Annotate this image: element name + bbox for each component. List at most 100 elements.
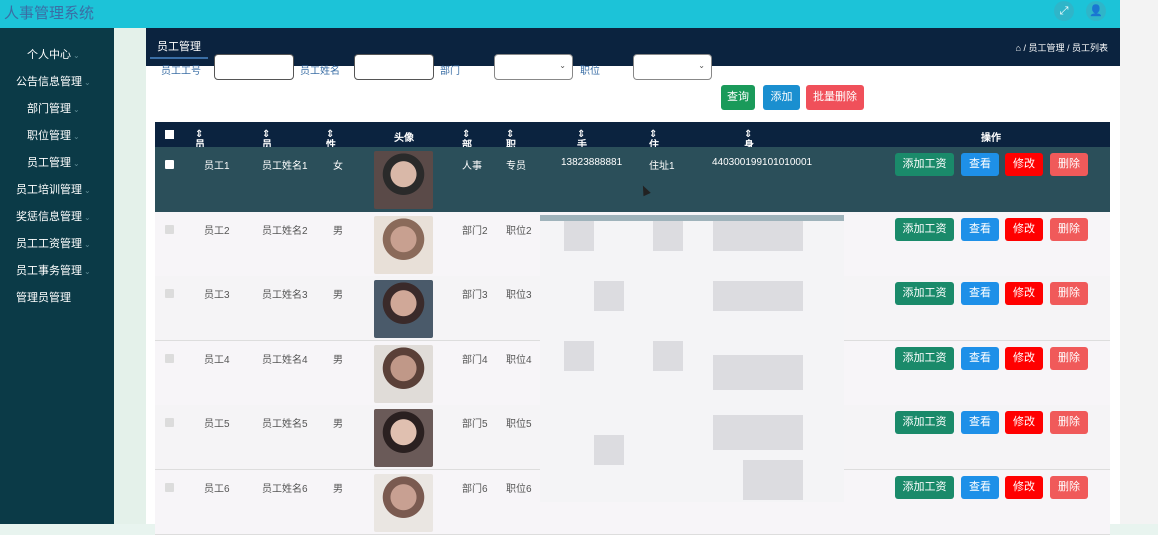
cell-id: 员工2	[204, 225, 230, 237]
add-salary-button[interactable]: 添加工资	[895, 217, 954, 241]
cell-position: 职位3	[506, 290, 532, 301]
cell-name: 员工姓名5	[262, 419, 308, 430]
cell-gender: 男	[333, 290, 343, 301]
sidebar-item-5[interactable]: 员工培训管理 ⌄	[0, 177, 114, 204]
cell-id: 员工5	[204, 419, 230, 430]
row-checkbox[interactable]	[165, 289, 174, 298]
view-button[interactable]: 查看	[961, 346, 999, 370]
select-all-checkbox[interactable]	[165, 130, 174, 139]
chevron-down-icon: ⌄	[559, 61, 566, 70]
th-id[interactable]: 员工工号⇕	[195, 129, 205, 196]
cell-gender: 男	[333, 354, 343, 366]
cell-gender: 男	[333, 419, 343, 430]
sidebar-item-7[interactable]: 员工工资管理 ⌄	[0, 231, 114, 258]
add-salary-button[interactable]: 添加工资	[895, 282, 954, 305]
sidebar-item-2[interactable]: 部门管理 ⌄	[0, 96, 114, 123]
view-button[interactable]: 查看	[961, 153, 999, 176]
edit-button[interactable]: 修改	[1005, 153, 1043, 176]
edit-button[interactable]: 修改	[1005, 411, 1043, 434]
row-checkbox[interactable]	[165, 160, 174, 169]
chevron-down-icon: ⌄	[698, 61, 705, 70]
cell-position: 职位5	[506, 419, 532, 430]
chevron-down-icon: ⌄	[84, 240, 91, 249]
position-select[interactable]: ⌄	[633, 54, 712, 80]
th-name[interactable]: 员工姓名⇕	[262, 129, 272, 196]
delete-button[interactable]: 删除	[1050, 282, 1088, 305]
user-icon[interactable]: 👤	[1086, 1, 1106, 21]
chevron-down-icon: ⌄	[73, 51, 80, 60]
cell-dept: 部门5	[462, 419, 488, 430]
sidebar-item-label: 部门管理	[27, 103, 71, 115]
label-position: 职位	[580, 66, 600, 77]
cell-name: 员工姓名1	[262, 161, 308, 172]
row-checkbox[interactable]	[165, 418, 174, 427]
th-idcard[interactable]: 身份证⇕	[744, 129, 754, 181]
edit-button[interactable]: 修改	[1005, 217, 1043, 241]
row-checkbox[interactable]	[165, 353, 174, 363]
view-button[interactable]: 查看	[961, 475, 999, 499]
employee-id-input[interactable]	[214, 54, 294, 80]
sidebar: 个人中心 ⌄ 公告信息管理 ⌄ 部门管理 ⌄ 职位管理 ⌄ 员工管理 ⌄ 员工培训管理 ⌄ 奖惩信息管理…	[0, 28, 114, 524]
view-button[interactable]: 查看	[961, 411, 999, 434]
query-button[interactable]: 查询	[721, 85, 755, 110]
add-button[interactable]: 添加	[763, 85, 800, 110]
th-dept[interactable]: 部门⇕	[462, 129, 472, 166]
edit-button[interactable]: 修改	[1005, 282, 1043, 305]
chevron-down-icon: ⌄	[73, 105, 80, 114]
cell-position: 职位4	[506, 354, 532, 366]
cell-id: 员工1	[204, 161, 230, 172]
delete-button[interactable]: 删除	[1050, 475, 1088, 499]
add-salary-button[interactable]: 添加工资	[895, 411, 954, 434]
batch-delete-button[interactable]: 批量删除	[806, 85, 864, 110]
avatar	[374, 215, 433, 274]
redacted-region	[540, 215, 844, 502]
cell-idcard: 440300199101010001	[712, 157, 813, 168]
cell-name: 员工姓名2	[262, 225, 308, 237]
add-salary-button[interactable]: 添加工资	[895, 475, 954, 499]
edit-button[interactable]: 修改	[1005, 346, 1043, 370]
table-row[interactable]: 员工1 员工姓名1 女 人事 专员 13823888881 住址1 4403001991010…	[155, 147, 1110, 212]
sidebar-item-4[interactable]: 员工管理 ⌄	[0, 150, 114, 177]
fullscreen-icon[interactable]: ⤢	[1054, 1, 1074, 21]
gutter	[114, 28, 146, 524]
cell-name: 员工姓名6	[262, 483, 308, 495]
cell-position: 专员	[506, 161, 526, 172]
sidebar-item-9[interactable]: 管理员管理	[0, 285, 114, 312]
sidebar-item-3[interactable]: 职位管理 ⌄	[0, 123, 114, 150]
delete-button[interactable]: 删除	[1050, 346, 1088, 370]
cell-gender: 男	[333, 225, 343, 237]
cell-gender: 女	[333, 161, 343, 172]
cell-phone: 13823888881	[561, 157, 623, 168]
employee-name-input[interactable]	[354, 54, 434, 80]
chevron-down-icon: ⌄	[73, 132, 80, 141]
cell-gender: 男	[333, 483, 343, 495]
th-gender[interactable]: 性别⇕	[326, 129, 336, 166]
delete-button[interactable]: 删除	[1050, 153, 1088, 176]
sidebar-item-label: 职位管理	[27, 130, 71, 142]
sidebar-item-label: 公告信息管理	[16, 76, 82, 88]
add-salary-button[interactable]: 添加工资	[895, 153, 954, 176]
sidebar-item-1[interactable]: 公告信息管理 ⌄	[0, 69, 114, 96]
cell-dept: 部门4	[462, 354, 488, 366]
sidebar-item-6[interactable]: 奖惩信息管理 ⌄	[0, 204, 114, 231]
sidebar-item-label: 员工培训管理	[16, 184, 82, 196]
chevron-down-icon: ⌄	[73, 159, 80, 168]
delete-button[interactable]: 删除	[1050, 411, 1088, 434]
th-position[interactable]: 职位⇕	[506, 129, 516, 166]
sidebar-item-0[interactable]: 个人中心 ⌄	[0, 42, 114, 69]
sidebar-item-label: 员工事务管理	[16, 265, 82, 277]
edit-button[interactable]: 修改	[1005, 475, 1043, 499]
avatar	[374, 280, 433, 338]
app-title: 人事管理系统	[4, 5, 95, 22]
view-button[interactable]: 查看	[961, 282, 999, 305]
view-button[interactable]: 查看	[961, 217, 999, 241]
th-address[interactable]: 住址⇕	[649, 129, 659, 166]
th-phone[interactable]: 手机⇕	[577, 129, 587, 166]
dept-select[interactable]: ⌄	[494, 54, 573, 80]
delete-button[interactable]: 删除	[1050, 217, 1088, 241]
sidebar-item-8[interactable]: 员工事务管理 ⌄	[0, 258, 114, 285]
row-checkbox[interactable]	[165, 482, 174, 492]
add-salary-button[interactable]: 添加工资	[895, 346, 954, 370]
tab-employee-manage[interactable]: 员工管理	[150, 37, 208, 59]
row-checkbox[interactable]	[165, 224, 174, 234]
